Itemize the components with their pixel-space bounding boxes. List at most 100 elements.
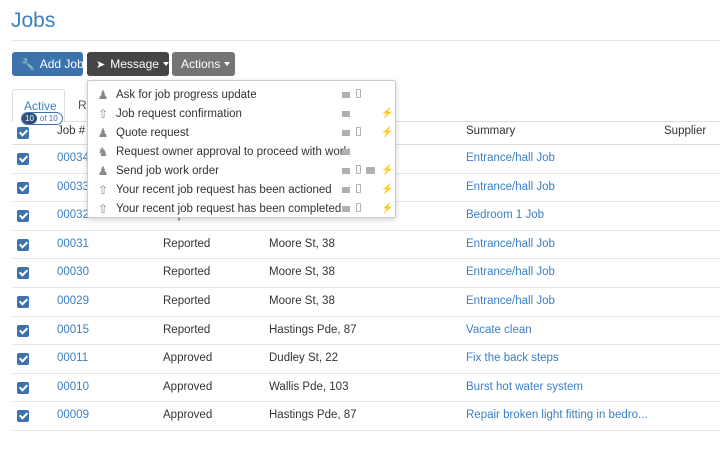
row-checkbox[interactable] <box>17 153 29 165</box>
job-summary-link[interactable]: Burst hot water system <box>466 381 583 393</box>
job-number-link[interactable]: 00029 <box>57 295 89 307</box>
job-address: Hastings Pde, 87 <box>269 323 357 336</box>
job-address: Hastings Pde, 87 <box>269 409 357 422</box>
row-checkbox[interactable] <box>17 210 29 223</box>
row-checkbox[interactable] <box>17 181 29 194</box>
message-menu-item[interactable]: ♞ Request owner approval to proceed with … <box>88 142 395 161</box>
row-checkbox[interactable] <box>17 410 29 423</box>
row-checkbox[interactable] <box>17 238 29 251</box>
message-menu-item-label: Job request confirmation <box>116 107 242 120</box>
lightning-icon: ⚡ <box>381 184 394 195</box>
select-all-checkbox[interactable] <box>17 127 29 139</box>
upload-person-icon: ⇧ <box>97 201 109 216</box>
job-summary-link[interactable]: Entrance/hall Job <box>466 181 555 193</box>
header-supplier[interactable]: Supplier <box>664 125 706 137</box>
message-menu-item-label: Your recent job request has been actione… <box>116 183 332 196</box>
email-icon <box>342 184 350 195</box>
mobile-icon <box>356 89 361 100</box>
add-job-button[interactable]: 🔧 Add Job <box>12 52 84 76</box>
job-number-link[interactable]: 00009 <box>57 409 89 421</box>
job-status: Reported <box>163 323 211 336</box>
job-summary-link[interactable]: Entrance/hall Job <box>466 238 555 250</box>
tab-active[interactable]: Active 10 of 10 <box>12 89 65 125</box>
job-status: Reported <box>163 266 211 279</box>
job-address: Dudley St, 22 <box>269 352 339 365</box>
tab-active-label: Active <box>24 99 57 113</box>
job-address: Moore St, 38 <box>269 237 335 250</box>
table-row[interactable]: 00029 Reported Moore St, 38 Entrance/hall J… <box>12 288 720 317</box>
job-summary-link[interactable]: Entrance/hall Job <box>466 295 555 307</box>
job-number-link[interactable]: 00030 <box>57 266 89 278</box>
caret-down-icon <box>162 62 169 66</box>
header-job-number[interactable]: Job # <box>57 125 85 137</box>
row-checkbox[interactable] <box>17 353 29 366</box>
mobile-icon <box>356 165 361 176</box>
message-menu-item-label: Ask for job progress update <box>116 88 257 101</box>
job-number-link[interactable]: 00031 <box>57 238 89 250</box>
job-address: Wallis Pde, 103 <box>269 380 349 393</box>
people-icon: ♟ <box>97 125 109 140</box>
header-summary[interactable]: Summary <box>466 125 515 137</box>
lightning-icon: ⚡ <box>381 203 394 214</box>
job-number-link[interactable]: 00032 <box>57 209 89 221</box>
message-menu-item-label: Quote request <box>116 126 189 139</box>
mobile-icon <box>356 184 361 195</box>
job-number-link[interactable]: 00033 <box>57 181 89 193</box>
lightning-icon: ⚡ <box>381 108 394 119</box>
actions-button[interactable]: Actions <box>172 52 235 76</box>
mobile-icon <box>356 203 361 214</box>
mobile-icon <box>356 127 361 138</box>
job-summary-link[interactable]: Bedroom 1 Job <box>466 209 544 221</box>
message-menu-item[interactable]: ⇧ Your recent job request has been comple… <box>88 199 395 218</box>
row-checkbox[interactable] <box>17 324 29 337</box>
table-row[interactable]: 00009 Approved Hastings Pde, 87 Repair brok… <box>12 402 720 431</box>
job-number-link[interactable]: 00015 <box>57 324 89 336</box>
job-summary-link[interactable]: Repair broken light fitting in bedro... <box>466 409 648 421</box>
job-summary-link[interactable]: Entrance/hall Job <box>466 266 555 278</box>
table-row[interactable]: 00010 Approved Wallis Pde, 103 Burst hot wa… <box>12 374 720 403</box>
lightning-icon: ⚡ <box>381 165 394 176</box>
table-row[interactable]: 00015 Reported Hastings Pde, 87 Vacate clea… <box>12 317 720 346</box>
upload-person-icon: ⇧ <box>97 106 109 121</box>
message-menu-item[interactable]: ⇧ Your recent job request has been action… <box>88 180 395 199</box>
job-number-link[interactable]: 00011 <box>57 352 88 364</box>
email-icon <box>342 127 350 138</box>
job-status: Reported <box>163 294 211 307</box>
email-icon <box>342 89 350 100</box>
message-dropdown-menu: ♟ Ask for job progress update ⇧ Job request… <box>87 80 396 218</box>
group-icon: ♞ <box>97 144 109 159</box>
table-row[interactable]: 00030 Reported Moore St, 38 Entrance/hall J… <box>12 259 720 288</box>
row-checkbox[interactable] <box>17 267 29 280</box>
message-menu-item[interactable]: ♟ Quote request ⚡ <box>88 123 395 142</box>
message-menu-item[interactable]: ♟ Ask for job progress update <box>88 85 395 104</box>
message-label: Message <box>110 57 159 71</box>
wrench-icon: 🔧 <box>21 58 35 71</box>
message-menu-item-label: Request owner approval to proceed with w… <box>116 145 350 158</box>
lightning-icon: ⚡ <box>381 127 394 138</box>
table-row[interactable]: 00031 Reported Moore St, 38 Entrance/hall J… <box>12 231 720 260</box>
email-icon <box>342 146 350 157</box>
add-job-label: Add Job <box>39 57 84 71</box>
job-summary-link[interactable]: Fix the back steps <box>466 352 559 364</box>
page-title: Jobs <box>11 9 56 32</box>
job-status: Reported <box>163 237 211 250</box>
email-icon <box>342 108 350 119</box>
row-checkbox[interactable] <box>17 295 29 308</box>
actions-label: Actions <box>181 57 221 71</box>
job-summary-link[interactable]: Entrance/hall Job <box>466 152 555 164</box>
message-button[interactable]: ➤ Message <box>87 52 169 76</box>
message-menu-item[interactable]: ⇧ Job request confirmation ⚡ <box>88 104 395 123</box>
table-row[interactable]: 00011 Approved Dudley St, 22 Fix the back s… <box>12 345 720 374</box>
paper-plane-icon: ➤ <box>96 58 106 71</box>
job-status: Approved <box>163 380 213 393</box>
job-address: Moore St, 38 <box>269 266 335 279</box>
caret-down-icon <box>224 62 231 66</box>
row-checkbox[interactable] <box>17 381 29 394</box>
job-summary-link[interactable]: Vacate clean <box>466 324 532 336</box>
message-menu-list: ♟ Ask for job progress update ⇧ Job request… <box>88 85 395 218</box>
email-icon <box>342 165 350 176</box>
message-menu-item[interactable]: ♟ Send job work order ⚡ <box>88 161 395 180</box>
email-icon <box>342 203 350 214</box>
job-number-link[interactable]: 00010 <box>57 381 89 393</box>
job-number-link[interactable]: 00034 <box>57 152 89 164</box>
